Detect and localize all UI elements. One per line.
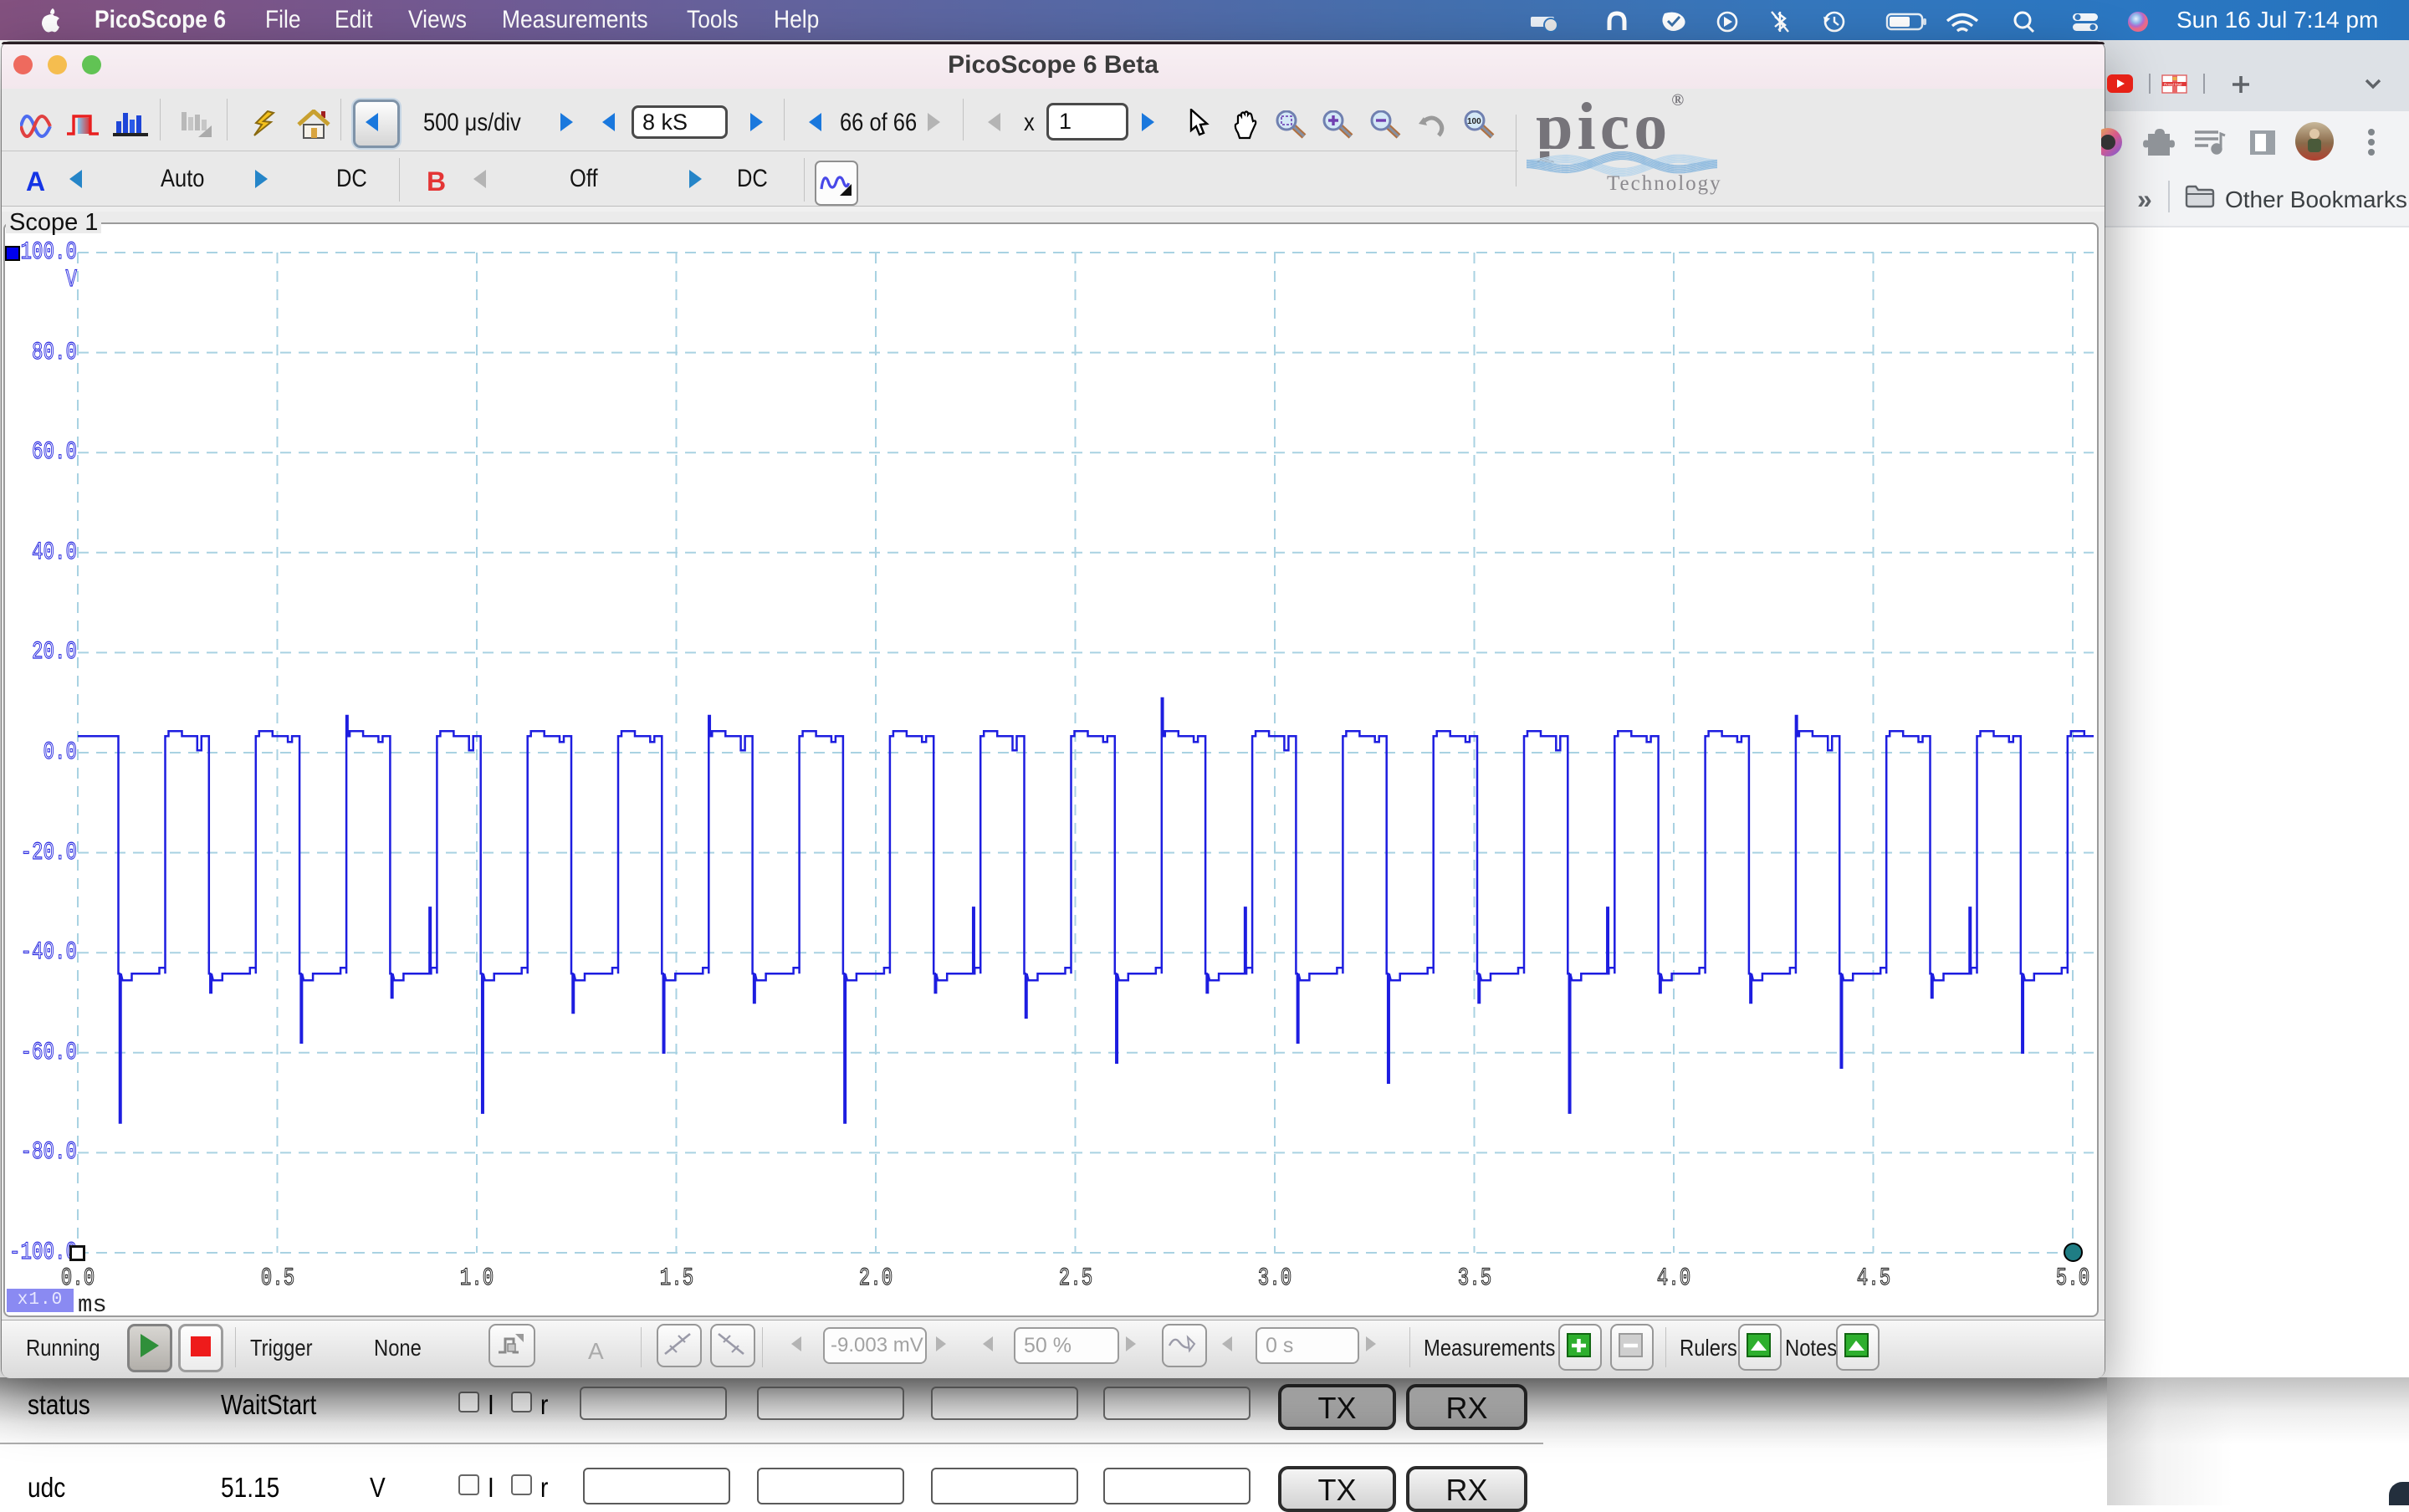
svg-text:100: 100 bbox=[1467, 117, 1481, 126]
svg-text:Royal Mail: Royal Mail bbox=[2164, 83, 2181, 87]
